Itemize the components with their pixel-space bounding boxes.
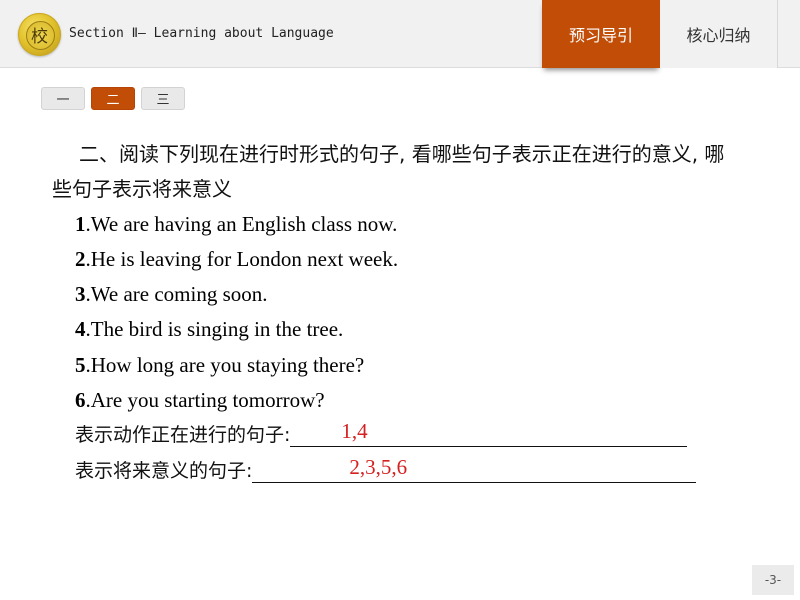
- answer-value: 1,4: [341, 419, 368, 443]
- question-prompt: 二、阅读下列现在进行时形式的句子, 看哪些句子表示正在进行的意义, 哪些句子表示…: [52, 142, 725, 201]
- sentence-text: .The bird is singing in the tree.: [85, 317, 344, 341]
- sentence-item: 4.The bird is singing in the tree.: [75, 317, 343, 342]
- sentence-item: 1.We are having an English class now.: [75, 212, 397, 237]
- answer-label: 表示动作正在进行的句子:: [75, 424, 291, 446]
- sentence-item: 3.We are coming soon.: [75, 282, 268, 307]
- answer-blank[interactable]: 2,3,5,6: [252, 455, 697, 483]
- school-emblem-icon: 校: [18, 13, 61, 56]
- sentence-item: 2.He is leaving for London next week.: [75, 247, 398, 272]
- sentence-text: .We are having an English class now.: [85, 212, 398, 236]
- sentence-number: 6: [75, 388, 86, 412]
- answer-blank[interactable]: 1,4: [290, 419, 688, 447]
- sentence-text: .How long are you staying there?: [85, 353, 365, 377]
- tab-core-summary[interactable]: 核心归纳: [660, 0, 778, 68]
- page-number: -3-: [752, 565, 794, 595]
- tab-preview-guide[interactable]: 预习导引: [542, 0, 660, 68]
- header-bar: 校 Section Ⅱ— Learning about Language 预习导…: [0, 0, 800, 68]
- pager-button-1[interactable]: 一: [41, 87, 85, 110]
- sentence-text: .He is leaving for London next week.: [85, 247, 399, 271]
- sentence-item: 6.Are you starting tomorrow?: [75, 388, 325, 413]
- sentence-number: 5: [75, 353, 86, 377]
- sentence-number: 3: [75, 282, 86, 306]
- sentence-number: 1: [75, 212, 86, 236]
- sentence-text: .We are coming soon.: [85, 282, 268, 306]
- emblem-glyph: 校: [31, 27, 48, 47]
- sentence-number: 2: [75, 247, 86, 271]
- answer-row-future: 表示将来意义的句子: 2,3,5,6: [75, 455, 697, 483]
- answer-row-progressive: 表示动作正在进行的句子: 1,4: [75, 419, 688, 447]
- section-title: Section Ⅱ— Learning about Language: [69, 26, 334, 41]
- exercise-content: 二、阅读下列现在进行时形式的句子, 看哪些句子表示正在进行的意义, 哪些句子表示…: [52, 137, 752, 207]
- pager-button-3[interactable]: 三: [141, 87, 185, 110]
- answer-value: 2,3,5,6: [349, 455, 408, 479]
- sentence-number: 4: [75, 317, 86, 341]
- answer-label: 表示将来意义的句子:: [75, 460, 253, 482]
- sentence-text: .Are you starting tomorrow?: [85, 388, 325, 412]
- sentence-item: 5.How long are you staying there?: [75, 353, 364, 378]
- pager-button-2[interactable]: 二: [91, 87, 135, 110]
- section-pager: 一 二 三: [41, 87, 185, 110]
